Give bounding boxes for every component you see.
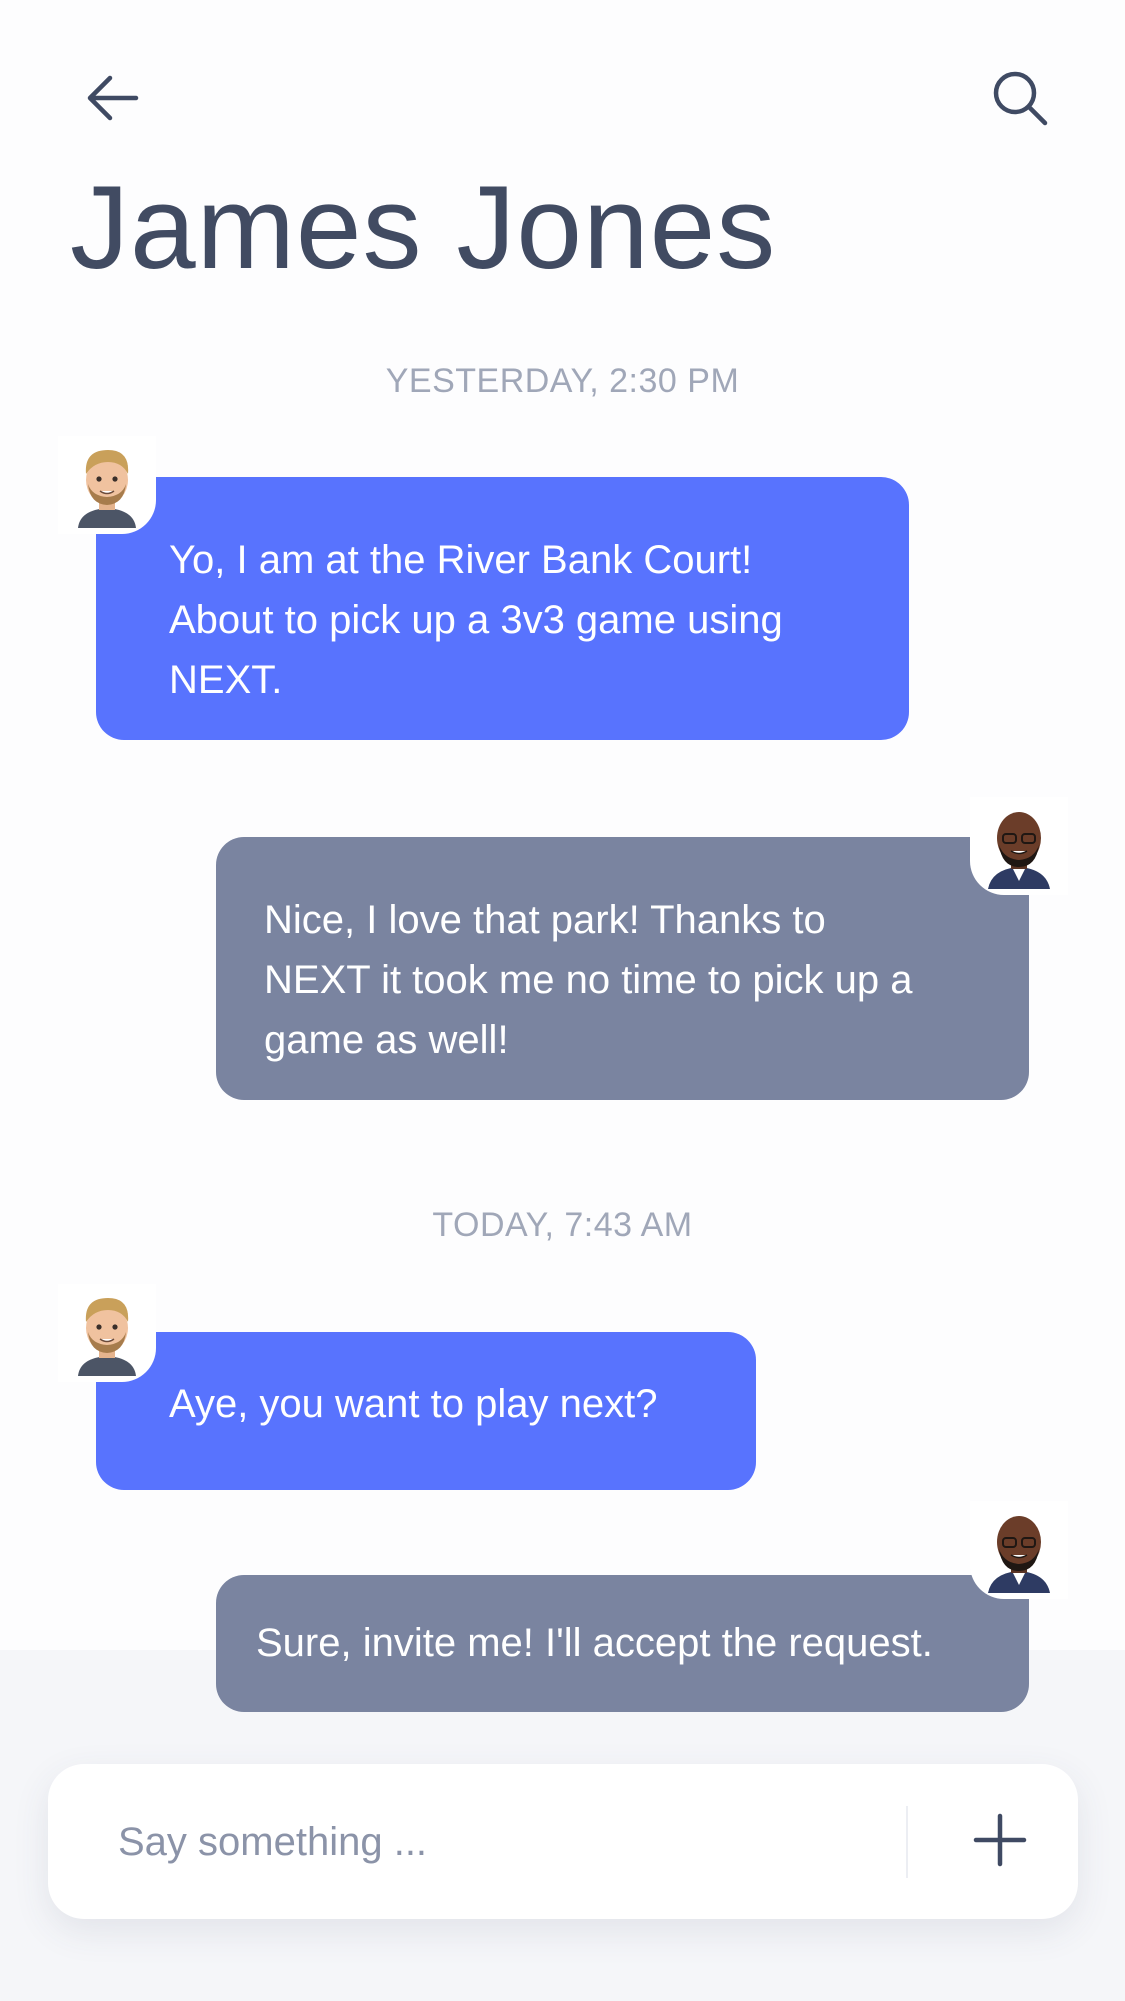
timestamp-divider: YESTERDAY, 2:30 PM <box>385 362 740 400</box>
outgoing-message-bubble[interactable]: Nice, I love that park! Thanks to NEXT i… <box>216 837 1029 1100</box>
avatar-blond-bearded-man <box>78 1298 136 1376</box>
composer-divider <box>906 1806 908 1878</box>
message-text-line: Yo, I am at the River Bank Court! <box>169 538 753 582</box>
message-text-line: NEXT. <box>169 658 283 702</box>
message-text-line: NEXT it took me no time to pick up a <box>264 958 913 1002</box>
avatar-james-jones <box>58 436 156 534</box>
add-attachment-button[interactable] <box>958 1800 1042 1884</box>
incoming-message-bubble[interactable]: Yo, I am at the River Bank Court! About … <box>96 477 909 740</box>
outgoing-message-bubble[interactable]: Sure, invite me! I'll accept the request… <box>216 1575 1029 1712</box>
avatar-bald-bearded-man <box>988 1516 1050 1593</box>
search-button[interactable] <box>980 60 1060 140</box>
plus-icon <box>972 1812 1028 1873</box>
avatar-me <box>970 797 1068 895</box>
message-input[interactable] <box>118 1802 918 1882</box>
message-text-line: game as well! <box>264 1018 509 1062</box>
avatar-bald-bearded-man <box>988 812 1050 889</box>
page-title: James Jones <box>70 162 777 294</box>
arrow-left-icon <box>84 74 140 127</box>
search-icon <box>990 68 1050 133</box>
avatar-blond-bearded-man <box>78 450 136 528</box>
message-text-line: Nice, I love that park! Thanks to <box>264 898 826 942</box>
incoming-message-bubble[interactable]: Aye, you want to play next? <box>96 1332 756 1490</box>
timestamp-divider: TODAY, 7:43 AM <box>432 1206 693 1244</box>
message-text-line: Aye, you want to play next? <box>169 1382 658 1426</box>
message-composer <box>48 1764 1078 1919</box>
message-text-line: Sure, invite me! I'll accept the request… <box>256 1621 933 1665</box>
avatar-james-jones <box>58 1284 156 1382</box>
message-text-line: About to pick up a 3v3 game using <box>169 598 783 642</box>
avatar-me <box>970 1501 1068 1599</box>
back-button[interactable] <box>72 60 152 140</box>
